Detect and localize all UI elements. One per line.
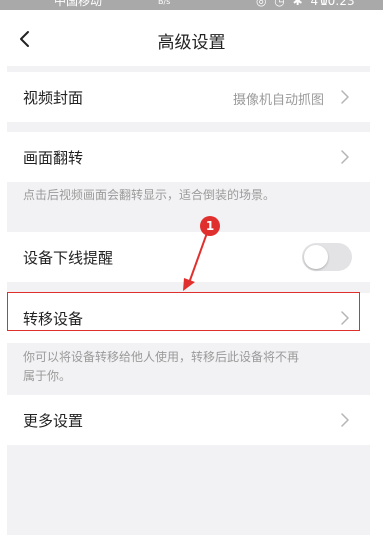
settings-list: 视频封面 摄像机自动抓图 画面翻转 点击后视频画面会翻转显示，适合倒装的场景。 … <box>7 66 370 535</box>
transfer-description-line-1: 你可以将设备转移给他人使用，转移后此设备将不再 <box>23 350 300 364</box>
toggle-knob <box>304 245 328 269</box>
flip-screen-description: 点击后视频画面会翻转显示，适合倒装的场景。 <box>23 188 276 202</box>
transfer-device-label: 转移设备 <box>23 310 84 328</box>
transfer-device-row[interactable]: 转移设备 <box>7 293 370 343</box>
chevron-right-icon <box>341 311 349 325</box>
flip-screen-label: 画面翻转 <box>23 149 84 167</box>
page: 中国移动 B/s ◎ ◷ ✱ 40 10:23 高级设置 视频封面 摄像机自动抓… <box>0 0 383 535</box>
status-icons: ◎ ◷ ✱ 40 <box>256 0 330 8</box>
flip-screen-row[interactable]: 画面翻转 <box>7 132 370 182</box>
chevron-right-icon <box>341 90 349 104</box>
offline-alert-label: 设备下线提醒 <box>23 249 114 267</box>
video-cover-label: 视频封面 <box>23 89 84 107</box>
transfer-description-line-2: 属于你。 <box>23 369 72 383</box>
header: 高级设置 <box>0 10 383 66</box>
chevron-right-icon <box>341 413 349 427</box>
carrier-label: 中国移动 <box>54 0 103 8</box>
transfer-device-description: 你可以将设备转移给他人使用，转移后此设备将不再 属于你。 <box>23 348 358 386</box>
offline-alert-toggle[interactable] <box>302 243 352 271</box>
chevron-right-icon <box>341 150 349 164</box>
more-settings-row[interactable]: 更多设置 <box>7 395 370 445</box>
status-bar: 中国移动 B/s ◎ ◷ ✱ 40 10:23 <box>0 0 383 10</box>
video-cover-value: 摄像机自动抓图 <box>232 93 324 108</box>
clock: 10:23 <box>320 0 355 8</box>
video-cover-row[interactable]: 视频封面 摄像机自动抓图 <box>7 72 370 122</box>
more-settings-label: 更多设置 <box>23 412 84 430</box>
network-speed: B/s <box>158 0 171 6</box>
step-badge: 1 <box>200 216 220 236</box>
page-title: 高级设置 <box>157 33 226 53</box>
offline-alert-row: 设备下线提醒 <box>7 232 370 282</box>
